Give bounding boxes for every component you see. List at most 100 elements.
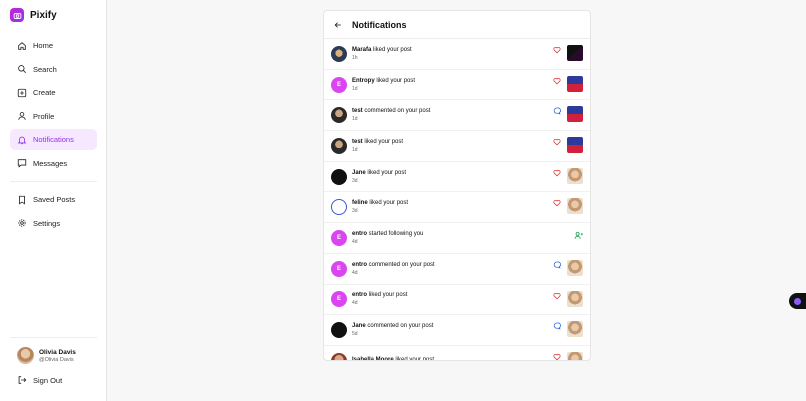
notification-user[interactable]: entro (352, 292, 367, 298)
notification-text: Marafa liked your post 1h (352, 47, 412, 61)
comment-icon (553, 261, 561, 269)
notification-row[interactable]: feline liked your post 3d (324, 192, 590, 224)
notification-message: Isabella Moore liked your post (352, 356, 435, 361)
avatar[interactable]: E (331, 76, 347, 93)
sign-out-button[interactable]: Sign Out (17, 375, 62, 385)
notification-row[interactable]: Jane commented on your post 5d (324, 315, 590, 346)
notification-row[interactable]: Isabella Moore liked your post (324, 346, 590, 361)
notification-user[interactable]: Isabella Moore (352, 357, 394, 360)
avatar[interactable] (331, 107, 347, 124)
notification-action: liked your post (373, 46, 412, 53)
notification-row[interactable]: test commented on your post 1d (324, 100, 590, 132)
notification-row[interactable]: E Entropy liked your post 1d (324, 70, 590, 101)
bookmark-icon (19, 195, 25, 205)
notification-message: Entropy liked your post (352, 78, 415, 84)
notification-text: test commented on your post 1d (352, 108, 430, 122)
notification-message: Marafa liked your post (352, 47, 412, 53)
notification-row[interactable]: test liked your post 1d (324, 131, 590, 162)
notification-action: liked your post (376, 77, 416, 84)
nav-item-saved-posts[interactable]: Saved Posts (10, 189, 97, 210)
heart-icon (553, 292, 561, 299)
user-plus-icon (574, 232, 583, 239)
notification-user[interactable]: Marafa (352, 47, 371, 53)
post-thumbnail[interactable] (567, 321, 583, 338)
nav-item-notifications[interactable]: Notifications (10, 129, 97, 150)
notification-row[interactable]: Eentro liked your post 4d (324, 285, 590, 316)
notification-user[interactable]: Jane (352, 323, 366, 329)
floating-widget-button[interactable] (789, 293, 806, 309)
nav-item-home[interactable]: Home (10, 35, 97, 56)
nav-item-search[interactable]: Search (10, 59, 97, 80)
post-thumbnail[interactable] (567, 45, 583, 61)
nav-item-messages[interactable]: Messages (10, 153, 97, 174)
nav-item-settings[interactable]: Settings (10, 213, 97, 234)
heart-icon (553, 169, 561, 177)
notification-time: 4d (352, 300, 358, 307)
avatar[interactable] (331, 352, 347, 360)
notification-user[interactable]: test (352, 139, 363, 145)
notification-row[interactable]: Eentro started following you 4d (324, 223, 590, 254)
nav-item-label: Search (33, 64, 57, 74)
notification-text: Jane commented on your post 5d (352, 323, 433, 337)
post-thumbnail[interactable] (567, 137, 583, 154)
notification-action: liked your post (395, 356, 435, 361)
nav-item-label: Messages (33, 158, 68, 168)
gear-icon (18, 219, 26, 227)
nav-item-label: Profile (33, 111, 55, 121)
post-thumbnail[interactable] (567, 106, 583, 123)
panel-header: Notifications (324, 11, 590, 39)
notification-time: 1h (352, 54, 358, 61)
notification-time: 3d (352, 208, 358, 215)
notification-row[interactable]: Marafa liked your post 1h (324, 39, 590, 70)
post-thumbnail[interactable] (567, 75, 583, 92)
post-thumbnail[interactable] (567, 259, 583, 276)
main-nav: Home Search Create Profile Notifications… (10, 35, 97, 236)
avatar[interactable] (331, 137, 347, 154)
notification-text: entro liked your post 4d (352, 292, 407, 306)
notification-user[interactable]: test (352, 108, 363, 114)
post-thumbnail[interactable] (567, 167, 583, 184)
back-arrow-icon[interactable] (334, 21, 342, 29)
avatar[interactable] (331, 45, 347, 62)
nav-item-create[interactable]: Create (10, 82, 97, 103)
notifications-panel: Notifications Marafa liked your post 1h E E… (323, 10, 591, 361)
notification-text: Isabella Moore liked your post (352, 356, 435, 361)
avatar[interactable]: E (331, 260, 347, 277)
notification-time: 4d (352, 238, 358, 245)
post-thumbnail[interactable] (567, 198, 583, 215)
nav-item-profile[interactable]: Profile (10, 106, 97, 127)
notification-action: liked your post (368, 292, 408, 299)
nav-item-label: Create (33, 88, 56, 97)
notification-text: feline liked your post 3d (352, 200, 408, 214)
notification-user[interactable]: Jane (352, 170, 366, 176)
notification-action: liked your post (369, 200, 409, 207)
avatar[interactable]: E (331, 291, 347, 308)
sidebar: Pixify Home Search Create Profile Notifi… (0, 0, 107, 401)
notification-row[interactable]: Jane liked your post 3d (324, 162, 590, 193)
post-thumbnail[interactable] (567, 351, 583, 360)
current-user[interactable]: Olivia Davis @Olivia Davis (17, 347, 76, 364)
avatar[interactable] (331, 199, 347, 216)
brand-name: Pixify (30, 9, 57, 21)
brand[interactable]: Pixify (10, 8, 57, 22)
avatar[interactable] (331, 168, 347, 185)
notification-user[interactable]: feline (352, 200, 368, 206)
notification-message: test liked your post (352, 139, 403, 145)
notification-list: Marafa liked your post 1h E Entropy liked y… (324, 39, 590, 361)
sign-out-label: Sign Out (33, 375, 63, 385)
post-thumbnail[interactable] (567, 290, 583, 307)
notification-user[interactable]: Entropy (352, 78, 375, 84)
logout-icon (18, 376, 27, 384)
nav-item-label: Saved Posts (33, 195, 76, 204)
notification-user[interactable]: entro (352, 231, 367, 237)
notification-text: Entropy liked your post 1d (352, 78, 415, 92)
heart-icon (553, 77, 561, 85)
notification-row[interactable]: Eentro commented on your post 4d (324, 254, 590, 285)
notification-time: 3d (352, 177, 358, 184)
notification-text: test liked your post 1d (352, 139, 403, 153)
notification-user[interactable]: entro (352, 262, 367, 268)
avatar[interactable] (331, 322, 347, 339)
notification-time: 1d (352, 146, 358, 153)
message-icon (17, 159, 27, 168)
avatar[interactable]: E (331, 229, 347, 246)
